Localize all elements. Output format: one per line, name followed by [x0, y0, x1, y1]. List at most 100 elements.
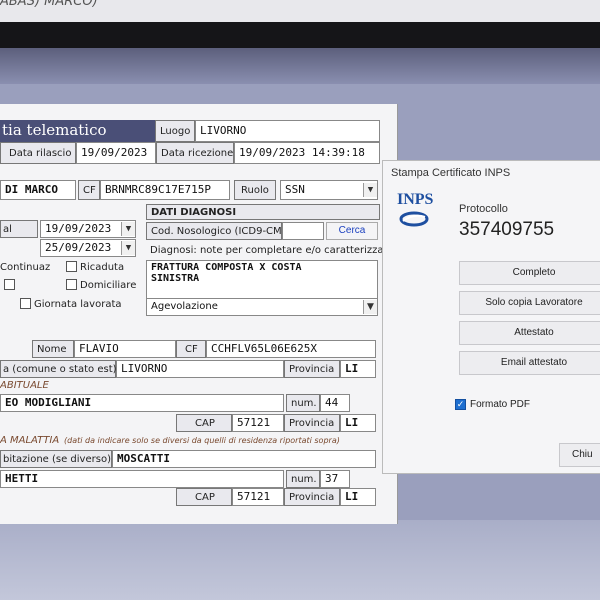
data-inizio-value: 19/09/2023: [45, 222, 112, 235]
domiciliare-checkbox-left[interactable]: [4, 279, 15, 290]
protocollo-value: 357409755: [459, 219, 555, 240]
solo-copia-lavoratore-button[interactable]: Solo copia Lavoratore: [459, 291, 600, 315]
luogo-nascita-label-box: a (comune o stato est): [0, 360, 117, 378]
protocollo-label: Protocollo: [459, 203, 508, 215]
abitazione-label-box: bitazione (se diverso): [0, 450, 112, 468]
nome-field[interactable]: FLAVIO: [74, 340, 176, 358]
completo-button[interactable]: Completo: [459, 261, 600, 285]
provincia-field[interactable]: LI: [340, 360, 376, 378]
indirizzo2-field[interactable]: HETTI: [0, 470, 284, 488]
form-title: tia telematico: [2, 121, 107, 139]
data-ricezione-label-box: Data ricezione: [156, 142, 234, 164]
data-rilascio-label-box: Data rilascio: [0, 142, 76, 164]
cap-label-box: CAP: [176, 414, 232, 432]
nome-label-box: Nome: [32, 340, 74, 358]
domiciliare-checkbox[interactable]: [66, 279, 77, 290]
num2-label-box: num.: [286, 470, 320, 488]
formato-pdf-label: Formato PDF: [470, 399, 531, 410]
ricaduta-label: Ricaduta: [80, 262, 125, 273]
email-attestato-button[interactable]: Email attestato: [459, 351, 600, 375]
num2-field[interactable]: 37: [320, 470, 350, 488]
giornata-lavorata-checkbox[interactable]: [20, 298, 31, 309]
num2-label: num.: [291, 474, 317, 485]
dal-label-box: al: [0, 220, 38, 238]
stampa-certificato-dialog: Stampa Certificato INPS INPS Protocollo …: [382, 160, 600, 474]
agevolazione-select[interactable]: Agevolazione ▼: [146, 298, 378, 316]
luogo-label: Luogo: [160, 126, 191, 137]
data-rilascio-label: Data rilascio: [9, 148, 72, 159]
num-label-box: num.: [286, 394, 320, 412]
malattia-note: (dati da indicare solo se diversi da que…: [64, 436, 340, 445]
chevron-down-icon[interactable]: ▼: [121, 241, 135, 255]
provincia2-field[interactable]: LI: [340, 414, 376, 432]
ruolo-value: SSN: [285, 183, 305, 196]
abitazione-field[interactable]: MOSCATTI: [112, 450, 376, 468]
provincia3-label-box: Provincia: [284, 488, 340, 506]
luogo-nascita-label: a (comune o stato est): [3, 364, 117, 375]
data-ricezione-label: Data ricezione: [161, 148, 234, 159]
giornata-lavorata-label: Giornata lavorata: [34, 299, 122, 310]
data-ricezione-field[interactable]: 19/09/2023 14:39:18: [234, 142, 380, 164]
cap-field[interactable]: 57121: [232, 414, 284, 432]
cf2-field[interactable]: CCHFLV65L06E625X: [206, 340, 376, 358]
window-title-bar: ABAS) MARCO): [0, 0, 600, 22]
cap2-label: CAP: [195, 492, 215, 503]
attestato-button[interactable]: Attestato: [459, 321, 600, 345]
dati-diagnosi-header: DATI DIAGNOSI: [146, 204, 380, 220]
luogo-label-box: Luogo: [155, 120, 195, 142]
chevron-down-icon[interactable]: ▼: [121, 222, 135, 236]
diagnosi-line-2: SINISTRA: [151, 273, 200, 284]
indirizzo-field[interactable]: EO MODIGLIANI: [0, 394, 284, 412]
diagnosi-note-label: Diagnosi: note per completare e/o caratt…: [150, 245, 394, 256]
cod-nosologico-label-box: Cod. Nosologico (ICD9-CM): [146, 222, 286, 240]
luogo-nascita-field[interactable]: LIVORNO: [116, 360, 284, 378]
cod-nosologico-label: Cod. Nosologico (ICD9-CM): [151, 226, 286, 237]
abitazione-label: bitazione (se diverso): [3, 454, 111, 465]
residenza-section-title: ABITUALE: [0, 380, 49, 391]
provincia3-field[interactable]: LI: [340, 488, 376, 506]
inps-logo-text: INPS: [397, 191, 434, 208]
ricaduta-checkbox[interactable]: [66, 261, 77, 272]
certificate-form: tia telematico Luogo LIVORNO Data rilasc…: [0, 104, 398, 524]
agevolazione-label: Agevolazione: [151, 301, 218, 312]
data-fine-value: 25/09/2023: [45, 241, 112, 254]
inps-swoosh-icon: [399, 211, 429, 227]
data-rilascio-field[interactable]: 19/09/2023: [76, 142, 156, 164]
num-field[interactable]: 44: [320, 394, 350, 412]
chiudi-button[interactable]: Chiu: [559, 443, 600, 467]
cf-field[interactable]: BRNMRC89C17E715P: [100, 180, 230, 200]
cap2-field[interactable]: 57121: [232, 488, 284, 506]
diagnosi-textarea[interactable]: FRATTURA COMPOSTA X COSTA SINISTRA: [146, 260, 378, 300]
desktop-background: [0, 520, 600, 600]
cerca-button[interactable]: Cerca: [326, 222, 378, 240]
dal-label: al: [3, 224, 12, 235]
dati-diagnosi-label: DATI DIAGNOSI: [151, 207, 237, 218]
title-band: [0, 22, 600, 48]
provincia-label-box: Provincia: [284, 360, 340, 378]
cf2-label: CF: [185, 344, 198, 355]
ruolo-label-box: Ruolo: [234, 180, 276, 200]
cognome-field[interactable]: DI MARCO: [0, 180, 76, 200]
provincia-label: Provincia: [289, 364, 335, 375]
continuaz-label: Continuaz: [0, 262, 51, 273]
cod-nosologico-field[interactable]: [282, 222, 324, 240]
formato-pdf-checkbox[interactable]: ✓: [455, 399, 466, 410]
desktop-band: [0, 48, 600, 84]
dialog-title: Stampa Certificato INPS: [391, 167, 511, 179]
provincia2-label-box: Provincia: [284, 414, 340, 432]
nome-label: Nome: [37, 344, 67, 355]
chevron-down-icon[interactable]: ▼: [363, 300, 377, 314]
diagnosi-line-1: FRATTURA COMPOSTA X COSTA: [151, 262, 302, 273]
cap-label: CAP: [195, 418, 215, 429]
form-header: tia telematico: [0, 120, 155, 142]
data-inizio-field[interactable]: 19/09/2023 ▼: [40, 220, 136, 238]
provincia3-label: Provincia: [289, 492, 335, 503]
ruolo-select[interactable]: SSN ▼: [280, 180, 378, 200]
data-fine-field[interactable]: 25/09/2023 ▼: [40, 239, 136, 257]
provincia2-label: Provincia: [289, 418, 335, 429]
window-title: ABAS) MARCO): [0, 0, 98, 9]
inps-logo: INPS: [395, 191, 435, 235]
domiciliare-label: Domiciliare: [80, 280, 137, 291]
luogo-field[interactable]: LIVORNO: [195, 120, 380, 142]
chevron-down-icon[interactable]: ▼: [363, 183, 377, 197]
